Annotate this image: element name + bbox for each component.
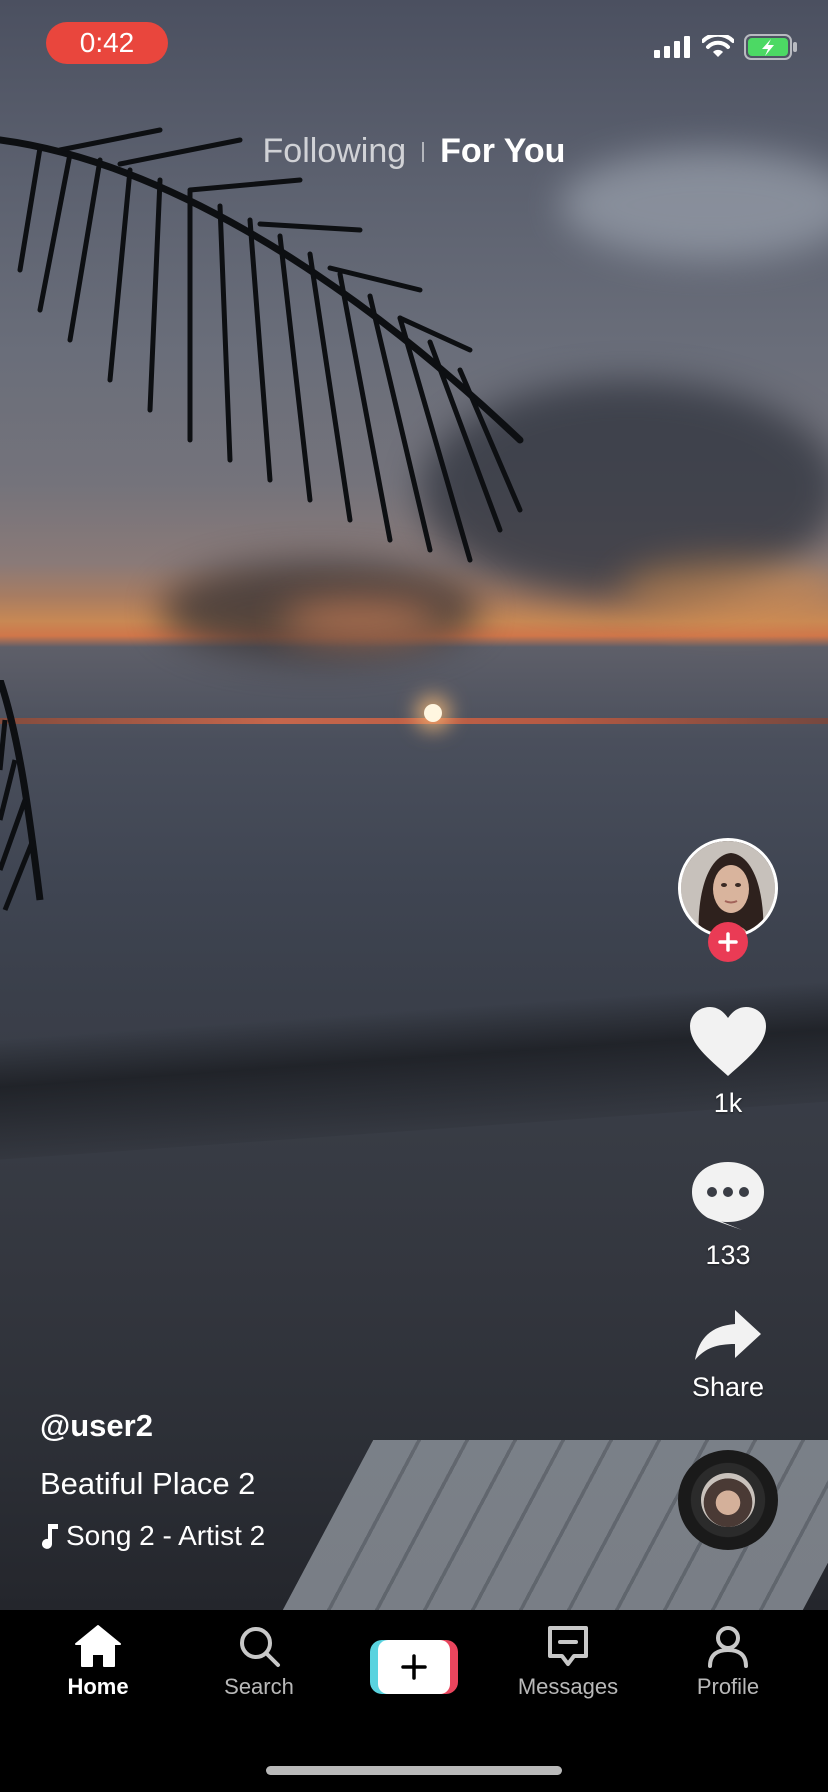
cloud-shape xyxy=(620,560,828,620)
create-plus-icon xyxy=(378,1640,450,1694)
create-button[interactable] xyxy=(370,1640,458,1694)
share-arrow-icon xyxy=(695,1310,761,1360)
song-title: Song 2 - Artist 2 xyxy=(66,1520,266,1551)
battery-charging-icon xyxy=(744,34,797,60)
nav-home-label: Home xyxy=(67,1674,129,1699)
plus-icon xyxy=(718,932,738,952)
plus-icon xyxy=(401,1654,427,1680)
bottom-nav: Home Search Messages Profile xyxy=(0,1610,828,1792)
share-button[interactable]: Share xyxy=(673,1308,783,1403)
video-description: Beatiful Place 2 xyxy=(40,1466,256,1501)
song-info[interactable]: Song 2 - Artist 2 xyxy=(40,1520,600,1552)
message-icon xyxy=(548,1626,588,1666)
video-caption: @user2 Beatiful Place 2 Song 2 - Artist … xyxy=(40,1408,600,1552)
music-disc-cover xyxy=(701,1473,755,1527)
status-icons xyxy=(654,34,798,60)
nav-search-label: Search xyxy=(224,1674,294,1699)
comment-count: 133 xyxy=(705,1240,751,1270)
profile-icon xyxy=(708,1626,748,1668)
status-time: 0:42 xyxy=(46,22,168,64)
palm-leaf xyxy=(0,680,44,911)
palm-leaf xyxy=(0,127,524,563)
status-bar: 0:42 xyxy=(0,0,828,90)
share-label: Share xyxy=(691,1372,765,1402)
search-icon xyxy=(240,1627,280,1667)
sun xyxy=(424,704,442,722)
nav-messages[interactable]: Messages xyxy=(498,1624,638,1700)
tab-following[interactable]: Following xyxy=(263,132,407,171)
tab-divider xyxy=(422,141,425,162)
tab-for-you[interactable]: For You xyxy=(440,132,565,171)
comment-button[interactable]: 133 xyxy=(673,1160,783,1271)
horizon-line xyxy=(0,718,828,724)
nav-profile[interactable]: Profile xyxy=(658,1624,798,1700)
creator-username[interactable]: @user2 xyxy=(40,1408,600,1444)
like-button[interactable]: 1k xyxy=(673,1006,783,1119)
wifi-icon xyxy=(702,35,734,57)
nav-search[interactable]: Search xyxy=(189,1624,329,1700)
music-disc[interactable] xyxy=(678,1450,778,1550)
comment-bubble-icon xyxy=(692,1162,764,1230)
home-icon xyxy=(75,1625,121,1667)
like-count: 1k xyxy=(713,1088,743,1118)
music-note-icon xyxy=(42,1524,58,1549)
nav-profile-label: Profile xyxy=(696,1674,760,1699)
nav-messages-label: Messages xyxy=(517,1674,619,1699)
heart-icon xyxy=(690,1007,766,1076)
feed-tabs: Following For You xyxy=(0,132,828,171)
follow-button[interactable] xyxy=(708,922,748,962)
nav-home[interactable]: Home xyxy=(28,1624,168,1700)
cellular-signal-icon xyxy=(654,36,690,58)
home-indicator[interactable] xyxy=(266,1766,562,1775)
